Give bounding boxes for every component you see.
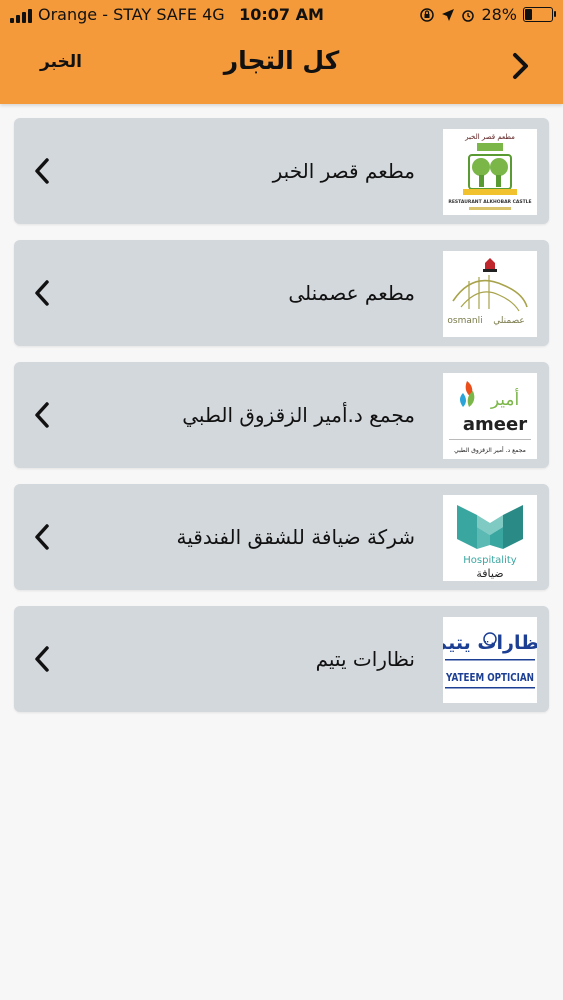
chevron-left-icon bbox=[35, 280, 49, 306]
yateem-optician-logo: نظارات يتيم YATEEM OPTICIAN bbox=[443, 617, 537, 703]
svg-text:Hospitality: Hospitality bbox=[463, 555, 517, 566]
svg-text:مطعم قصر الخبر: مطعم قصر الخبر bbox=[464, 133, 515, 141]
svg-text:عصمنلي: عصمنلي bbox=[493, 316, 525, 326]
merchant-name: شركة ضيافة للشقق الفندقية bbox=[176, 525, 415, 549]
svg-text:osmanli: osmanli bbox=[447, 316, 482, 326]
location-icon bbox=[442, 8, 455, 21]
battery-icon bbox=[523, 7, 556, 22]
status-bar: Orange - STAY SAFE 4G 10:07 AM 28% bbox=[0, 0, 563, 30]
svg-text:ضيافة: ضيافة bbox=[476, 567, 503, 580]
svg-text:أمير: أمير bbox=[490, 388, 519, 410]
svg-text:ameer: ameer bbox=[463, 414, 527, 435]
ameer-medical-logo: أمير ameer مجمع د. أمير الزقزوق الطبي bbox=[443, 373, 537, 459]
alarm-icon bbox=[462, 9, 475, 22]
back-chevron-icon[interactable] bbox=[509, 52, 533, 80]
orientation-lock-icon bbox=[420, 7, 435, 22]
merchant-name: مجمع د.أمير الزقزوق الطبي bbox=[182, 403, 415, 427]
osmanli-restaurant-logo: osmanli عصمنلي bbox=[443, 251, 537, 337]
merchant-name: نظارات يتيم bbox=[315, 647, 415, 671]
battery-percent: 28% bbox=[481, 5, 517, 24]
svg-text:مجمع د. أمير الزقزوق الطبي: مجمع د. أمير الزقزوق الطبي bbox=[454, 446, 526, 454]
chevron-left-icon bbox=[35, 524, 49, 550]
svg-text:YATEEM OPTICIAN: YATEEM OPTICIAN bbox=[445, 671, 534, 684]
hospitality-logo: Hospitality ضيافة bbox=[443, 495, 537, 581]
status-right: 28% bbox=[419, 5, 556, 24]
merchant-name: مطعم عصمنلى bbox=[288, 281, 415, 305]
merchant-item[interactable]: مطعم عصمنلى osmanli عصمنلي bbox=[14, 240, 549, 346]
merchant-name: مطعم قصر الخبر bbox=[272, 159, 415, 183]
merchant-item[interactable]: مجمع د.أمير الزقزوق الطبي أمير ameer مجم… bbox=[14, 362, 549, 468]
merchant-item[interactable]: شركة ضيافة للشقق الفندقية Hospitality ضي… bbox=[14, 484, 549, 590]
chevron-left-icon bbox=[35, 646, 49, 672]
merchant-item[interactable]: مطعم قصر الخبر مطعم قصر الخبر RESTAURANT… bbox=[14, 118, 549, 224]
chevron-left-icon bbox=[35, 402, 49, 428]
merchant-list: مطعم قصر الخبر مطعم قصر الخبر RESTAURANT… bbox=[14, 118, 549, 728]
merchant-item[interactable]: نظارات يتيم نظارات يتيم YATEEM OPTICIAN bbox=[14, 606, 549, 712]
qasr-alkhobar-restaurant-logo: مطعم قصر الخبر RESTAURANT ALKHOBAR CASTL… bbox=[443, 129, 537, 215]
svg-text:RESTAURANT ALKHOBAR CASTLE: RESTAURANT ALKHOBAR CASTLE bbox=[448, 199, 531, 205]
chevron-left-icon bbox=[35, 158, 49, 184]
page-title: كل التجار bbox=[223, 46, 340, 75]
svg-text:نظارات يتيم: نظارات يتيم bbox=[443, 632, 537, 654]
top-bar: Orange - STAY SAFE 4G 10:07 AM 28% الخبر… bbox=[0, 0, 563, 104]
